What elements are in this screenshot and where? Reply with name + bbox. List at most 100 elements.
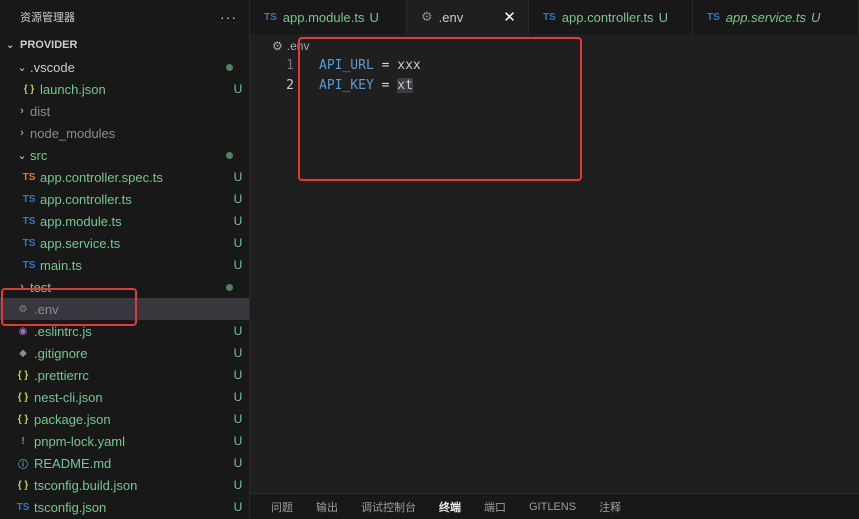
chevron-right-icon: › <box>20 105 24 117</box>
explorer-header: 资源管理器 ··· <box>0 0 249 34</box>
tree-item-label: package.json <box>34 411 111 427</box>
tab-env[interactable]: ⚙ .env ✕ <box>407 0 529 34</box>
git-status-badge: U <box>810 9 821 25</box>
chevron-down-icon: ⌄ <box>6 39 15 51</box>
tree-item-label: pnpm-lock.yaml <box>34 433 126 449</box>
file-type-icon: TS <box>16 501 30 513</box>
tree-item[interactable]: { } nest-cli.json U <box>0 386 249 408</box>
typescript-icon: TS <box>264 11 277 23</box>
panel-tab[interactable]: 注释 <box>599 499 621 515</box>
file-type-icon: TS <box>22 259 36 271</box>
tree-item[interactable]: TS main.ts U <box>0 254 249 276</box>
typescript-icon: TS <box>707 11 720 23</box>
file-type-icon: { } <box>17 413 29 425</box>
tree-item[interactable]: TS app.controller.spec.ts U <box>0 166 249 188</box>
gear-icon: ⚙ <box>421 9 433 24</box>
workspace-name: PROVIDER <box>20 39 78 51</box>
editor-tabs: TS app.module.ts U ⚙ .env ✕ TS app.controller.t… <box>250 0 859 34</box>
workspace-section-header[interactable]: ⌄ PROVIDER <box>0 34 249 56</box>
panel-tab[interactable]: 调试控制台 <box>361 499 416 515</box>
tree-item[interactable]: TS tsconfig.json U <box>0 496 249 518</box>
tree-item[interactable]: › node_modules <box>0 122 249 144</box>
tree-item-label: nest-cli.json <box>34 389 103 405</box>
chevron-down-icon: ⌄ <box>17 149 27 162</box>
tree-item-label: tsconfig.json <box>34 499 107 515</box>
file-type-icon: TS <box>22 193 36 205</box>
git-status-badge: U <box>233 192 243 206</box>
file-type-icon: ◉ <box>18 325 28 337</box>
panel-tab[interactable]: 问题 <box>271 499 293 515</box>
tree-item[interactable]: ◆ .gitignore U <box>0 342 249 364</box>
tree-item[interactable]: { } .prettierrc U <box>0 364 249 386</box>
tab-app-service-ts[interactable]: TS app.service.ts U <box>693 0 859 34</box>
env-file-highlight-box <box>1 288 137 326</box>
file-type-icon: ⓘ <box>18 459 28 471</box>
git-status-badge: U <box>233 214 243 228</box>
modified-dot-icon <box>226 151 233 159</box>
git-status-badge: U <box>233 324 243 338</box>
tree-item[interactable]: TS app.module.ts U <box>0 210 249 232</box>
tab-label: .env <box>438 9 464 25</box>
gear-icon: ⚙ <box>272 39 283 53</box>
file-type-icon: ! <box>21 435 25 447</box>
tab-app-controller-ts[interactable]: TS app.controller.ts U <box>529 0 693 34</box>
git-status-badge: U <box>233 236 243 250</box>
panel-tab[interactable]: 终端 <box>439 499 461 515</box>
tree-item-label: node_modules <box>30 125 116 141</box>
explorer-sidebar: 资源管理器 ··· ⌄ PROVIDER ⌄ .vscode{ } launch.j… <box>0 0 250 519</box>
editor-highlight-box <box>298 37 582 181</box>
tree-item[interactable]: ⓘ README.md U <box>0 452 249 474</box>
tree-item-label: app.controller.spec.ts <box>40 169 163 185</box>
tree-item[interactable]: { } package.json U <box>0 408 249 430</box>
tree-item[interactable]: › dist <box>0 100 249 122</box>
tree-item-label: app.module.ts <box>40 213 122 229</box>
panel-tab[interactable]: 端口 <box>484 499 506 515</box>
git-status-badge: U <box>233 258 243 272</box>
tree-item[interactable]: TS app.service.ts U <box>0 232 249 254</box>
explorer-title: 资源管理器 <box>20 12 75 24</box>
tree-item[interactable]: TS app.controller.ts U <box>0 188 249 210</box>
tree-item-label: .gitignore <box>34 345 88 361</box>
git-status-badge: U <box>233 500 243 514</box>
panel-tab[interactable]: GITLENS <box>529 501 576 513</box>
line-number: 1 <box>286 57 294 73</box>
git-status-badge: U <box>233 170 243 184</box>
tree-item[interactable]: { } launch.json U <box>0 78 249 100</box>
tree-item[interactable]: ! pnpm-lock.yaml U <box>0 430 249 452</box>
chevron-right-icon: › <box>20 127 24 139</box>
close-icon[interactable]: ✕ <box>503 8 516 26</box>
file-type-icon: TS <box>22 215 36 227</box>
git-status-badge: U <box>233 390 243 404</box>
panel-tab-bar: 问题 输出 调试控制台 终端 端口 GITLENS 注释 <box>250 493 859 519</box>
git-status-badge: U <box>233 456 243 470</box>
modified-dot-icon <box>226 63 233 71</box>
git-status-badge: U <box>233 478 243 492</box>
tree-item-label: tsconfig.build.json <box>34 477 138 493</box>
file-type-icon: { } <box>17 479 29 491</box>
tree-item[interactable]: { } tsconfig.build.json U <box>0 474 249 496</box>
tree-item-label: .vscode <box>30 59 75 75</box>
tree-item[interactable]: ⌄ src <box>0 144 249 166</box>
typescript-icon: TS <box>543 11 556 23</box>
git-status-badge: U <box>233 346 243 360</box>
file-type-icon: { } <box>17 369 29 381</box>
tree-item-label: app.service.ts <box>40 235 121 251</box>
tree-item-label: dist <box>30 103 51 119</box>
modified-dot-icon <box>226 283 233 291</box>
chevron-down-icon: ⌄ <box>17 61 27 74</box>
file-type-icon: { } <box>17 391 29 403</box>
file-type-icon: TS <box>22 237 36 249</box>
tree-item-label: .prettierrc <box>34 367 89 383</box>
panel-tab[interactable]: 输出 <box>316 499 338 515</box>
tab-label: app.controller.ts <box>561 9 654 25</box>
git-status-badge: U <box>233 368 243 382</box>
tree-item-label: app.controller.ts <box>40 191 132 207</box>
file-type-icon: ◆ <box>19 347 27 359</box>
more-actions-icon[interactable]: ··· <box>220 9 237 25</box>
tree-item[interactable]: ⌄ .vscode <box>0 56 249 78</box>
git-status-badge: U <box>233 412 243 426</box>
file-type-icon: { } <box>23 83 35 95</box>
git-status-badge: U <box>233 82 243 96</box>
file-type-icon: TS <box>22 171 36 183</box>
tab-app-module-ts[interactable]: TS app.module.ts U <box>250 0 407 34</box>
